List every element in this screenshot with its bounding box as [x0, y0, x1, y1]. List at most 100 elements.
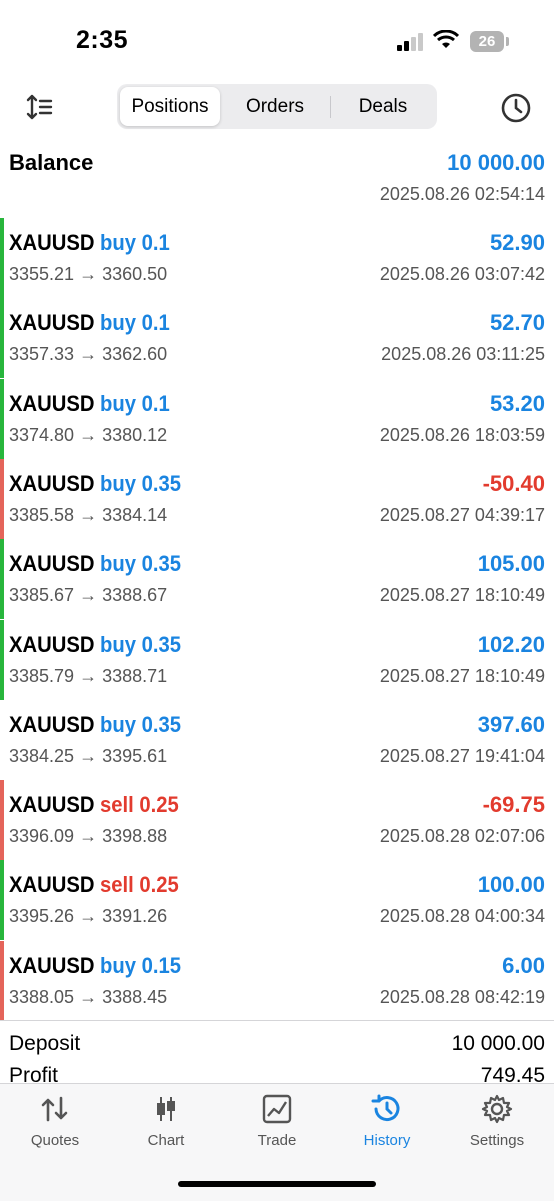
history-icon: [371, 1094, 400, 1122]
trade-symbol: XAUUSD buy 0.1: [9, 391, 170, 417]
trade-symbol: XAUUSD sell 0.25: [9, 872, 179, 898]
tab-quotes-label: Quotes: [30, 1132, 80, 1149]
trade-row[interactable]: XAUUSD buy 0.1 52.90 3355.21 → 3360.50 2025.…: [0, 218, 554, 298]
trade-side: sell 0.25: [99, 792, 179, 818]
status-bar: 2:35 26: [0, 0, 554, 80]
trade-side: buy 0.1: [99, 390, 170, 416]
tab-orders[interactable]: Orders: [225, 87, 325, 126]
trade-time: 2025.08.28 08:42:19: [379, 986, 545, 1007]
trade-symbol: XAUUSD buy 0.35: [9, 551, 181, 577]
trade-row[interactable]: XAUUSD buy 0.1 52.70 3357.33 → 3362.60 2025.…: [0, 298, 554, 379]
trade-time: 2025.08.27 18:10:49: [379, 585, 545, 606]
result-bar: [0, 539, 4, 620]
trade-symbol: XAUUSD buy 0.1: [9, 310, 170, 336]
symbol-name: XAUUSD: [9, 631, 95, 657]
tab-chart[interactable]: Chart: [111, 1094, 221, 1158]
trade-time: 2025.08.27 19:41:04: [379, 745, 545, 766]
result-bar: [0, 940, 4, 1021]
trade-row[interactable]: XAUUSD sell 0.25 100.00 3395.26 → 3391.26 20…: [0, 860, 554, 941]
trade-profit: 102.20: [477, 631, 545, 657]
trade-time: 2025.08.27 18:10:49: [379, 665, 545, 686]
trade-profit: -69.75: [482, 792, 545, 818]
trade-chart-icon: [262, 1094, 292, 1124]
tab-history-label: History: [363, 1132, 411, 1149]
tab-quotes[interactable]: Quotes: [0, 1094, 110, 1158]
deposit-row: Deposit 10 000.00: [0, 1028, 554, 1062]
trade-time: 2025.08.26 18:03:59: [379, 424, 545, 445]
segment-divider: [330, 96, 331, 118]
wifi-icon: [433, 30, 459, 48]
trade-profit: -50.40: [482, 470, 545, 496]
trade-row[interactable]: XAUUSD buy 0.35 397.60 3384.25 → 3395.61 202…: [0, 700, 554, 780]
trade-prices: 3374.80 → 3380.12: [9, 424, 168, 445]
result-bar: [0, 860, 4, 941]
cellular-signal-icon: [397, 33, 427, 51]
trade-side: buy 0.35: [99, 711, 181, 737]
trade-prices: 3385.79 → 3388.71: [9, 665, 168, 686]
balance-row[interactable]: Balance 10 000.00 2025.08.26 02:54:14: [0, 144, 554, 216]
trade-time: 2025.08.26 03:07:42: [379, 264, 545, 284]
trade-prices: 3384.25 → 3395.61: [9, 745, 168, 766]
tab-settings-label: Settings: [469, 1132, 525, 1149]
trade-prices: 3395.26 → 3391.26: [9, 906, 168, 927]
trade-row[interactable]: XAUUSD buy 0.15 6.00 3388.05 → 3388.45 2025.…: [0, 940, 554, 1021]
trade-prices: 3355.21 → 3360.50: [9, 264, 168, 284]
trade-row[interactable]: XAUUSD sell 0.25 -69.75 3396.09 → 3398.88 20…: [0, 780, 554, 861]
home-indicator: [178, 1181, 376, 1187]
result-bar: [0, 700, 4, 780]
trade-time: 2025.08.26 03:11:25: [381, 344, 545, 365]
symbol-name: XAUUSD: [9, 872, 95, 898]
gear-icon: [481, 1094, 513, 1124]
result-bar: [0, 619, 4, 700]
trade-time: 2025.08.28 04:00:34: [379, 906, 545, 927]
trade-row[interactable]: XAUUSD buy 0.35 -50.40 3385.58 → 3384.14 202…: [0, 458, 554, 539]
trade-prices: 3385.67 → 3388.67: [9, 585, 168, 606]
trade-profit: 52.70: [489, 310, 545, 336]
trade-profit: 397.60: [477, 711, 545, 737]
sort-icon[interactable]: [24, 92, 54, 122]
tab-trade-label: Trade: [257, 1132, 297, 1149]
trade-prices: 3357.33 → 3362.60: [9, 344, 168, 365]
trade-profit: 52.90: [489, 230, 545, 255]
quotes-icon: [41, 1096, 68, 1122]
trade-symbol: XAUUSD buy 0.35: [9, 471, 181, 497]
balance-time: 2025.08.26 02:54:14: [379, 184, 545, 204]
symbol-name: XAUUSD: [9, 310, 95, 336]
trade-profit: 6.00: [502, 952, 545, 978]
result-bar: [0, 378, 4, 459]
trade-row[interactable]: XAUUSD buy 0.35 102.20 3385.79 → 3388.71 202…: [0, 619, 554, 700]
tab-chart-label: Chart: [147, 1132, 185, 1149]
battery-icon: 26: [470, 31, 504, 52]
trade-row[interactable]: XAUUSD buy 0.1 53.20 3374.80 → 3380.12 2025.…: [0, 378, 554, 459]
battery-tip: [506, 37, 509, 46]
segmented-control: Positions Orders Deals: [117, 84, 437, 129]
tab-history[interactable]: History: [332, 1094, 442, 1158]
result-bar: [0, 298, 4, 379]
result-bar: [0, 458, 4, 539]
deposit-label: Deposit: [9, 1032, 81, 1055]
trade-side: buy 0.35: [99, 551, 181, 577]
symbol-name: XAUUSD: [9, 230, 95, 255]
tab-trade[interactable]: Trade: [222, 1094, 332, 1158]
trade-prices: 3385.58 → 3384.14: [9, 504, 168, 525]
tab-deals[interactable]: Deals: [333, 87, 433, 126]
clock-icon[interactable]: [500, 92, 532, 124]
trade-side: buy 0.15: [99, 952, 181, 978]
balance-label: Balance: [9, 150, 94, 175]
balance-amount: 10 000.00: [447, 150, 545, 175]
deposit-value: 10 000.00: [451, 1032, 545, 1055]
trade-side: sell 0.25: [99, 872, 179, 898]
trade-symbol: XAUUSD sell 0.25: [9, 792, 179, 818]
trade-profit: 53.20: [489, 390, 545, 416]
trade-row[interactable]: XAUUSD buy 0.35 105.00 3385.67 → 3388.67 202…: [0, 539, 554, 620]
trade-symbol: XAUUSD buy 0.35: [9, 632, 181, 658]
trade-side: buy 0.1: [99, 310, 170, 336]
trade-side: buy 0.1: [99, 230, 170, 255]
tab-settings[interactable]: Settings: [442, 1094, 552, 1158]
trade-prices: 3396.09 → 3398.88: [9, 826, 168, 847]
candlestick-icon: [157, 1097, 175, 1121]
symbol-name: XAUUSD: [9, 390, 95, 416]
result-bar: [0, 218, 4, 298]
trade-symbol: XAUUSD buy 0.1: [9, 230, 170, 256]
tab-positions[interactable]: Positions: [120, 87, 220, 126]
